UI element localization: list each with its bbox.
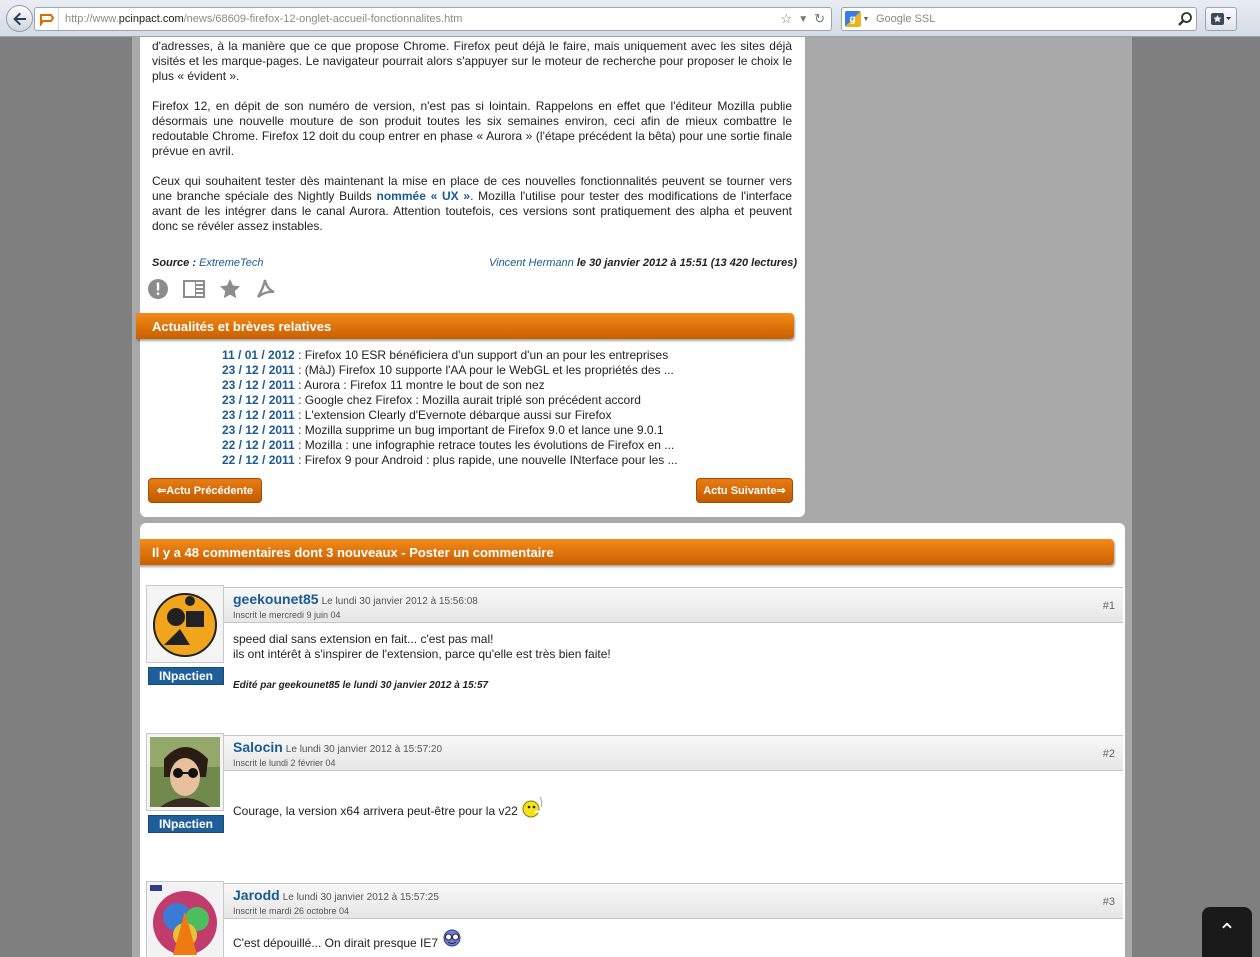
avatar[interactable] [146, 585, 224, 663]
scroll-to-top-button[interactable]: ⌃ [1202, 907, 1252, 957]
comment: INpactien Salocin Le lundi 30 janvier 201… [146, 733, 1125, 873]
comment-edit-note: Edité par geekounet85 le lundi 30 janvie… [233, 680, 489, 691]
comment-body: C'est dépouillé... On dirait presque IE7 [233, 929, 463, 951]
registration-date: Inscrit le mercredi 9 juin 04 [233, 610, 341, 620]
glasses-smiley-icon [443, 929, 461, 947]
chevron-down-icon: ▼ [862, 15, 870, 23]
comment-header: Salocin Le lundi 30 janvier 2012 à 15:57:… [224, 735, 1123, 771]
search-engine-selector[interactable]: g ▼ [842, 11, 872, 27]
comment-number[interactable]: #1 [1103, 600, 1115, 612]
previous-news-button[interactable]: ⇐Actu Précédente [148, 478, 262, 503]
avatar-image [150, 885, 220, 955]
comment-header: geekounet85 Le lundi 30 janvier 2012 à 15… [224, 587, 1123, 623]
list-item[interactable]: 23 / 12 / 2011 : L'extension Clearly d'E… [222, 408, 702, 423]
related-news-list: 11 / 01 / 2012 : Firefox 10 ESR bénéfici… [222, 348, 702, 468]
site-favicon-icon [35, 8, 59, 30]
smoking-smiley-icon [522, 796, 544, 818]
comment-body: speed dial sans extension en fait... c'e… [233, 632, 611, 661]
registration-date: Inscrit le lundi 2 février 04 [233, 758, 336, 768]
ux-builds-link[interactable]: nommée « UX » [377, 189, 471, 203]
dropdown-arrow-icon[interactable]: ▼ [798, 14, 808, 25]
avatar-image [150, 589, 220, 659]
comment-number[interactable]: #2 [1103, 748, 1115, 760]
comment-author[interactable]: Jarodd [233, 887, 280, 903]
url-text[interactable]: http://www.pcinpact.com/news/68609-firef… [65, 13, 781, 25]
article-panel: d'adresses, à la manière que ce que prop… [136, 37, 805, 517]
bookmarks-star-icon [1211, 13, 1231, 25]
search-magnifier-icon[interactable] [1174, 11, 1196, 27]
list-item[interactable]: 22 / 12 / 2011 : Mozilla : une infograph… [222, 438, 702, 453]
back-button[interactable] [6, 5, 33, 32]
comments-header[interactable]: Il y a 48 commentaires dont 3 nouveaux -… [140, 539, 1114, 565]
search-input[interactable]: Google SSL [876, 13, 1174, 25]
list-item[interactable]: 23 / 12 / 2011 : Mozilla supprime un bug… [222, 423, 702, 438]
role-badge: INpactien [148, 815, 224, 833]
comments-panel: Il y a 48 commentaires dont 3 nouveaux -… [140, 523, 1125, 957]
back-arrow-icon [12, 12, 26, 25]
avatar[interactable] [146, 733, 224, 811]
chevron-up-icon: ⌃ [1217, 919, 1237, 944]
reload-icon[interactable]: ↻ [814, 11, 825, 27]
article-paragraph: d'adresses, à la manière que ce que prop… [152, 39, 792, 83]
pdf-icon[interactable] [254, 277, 278, 301]
address-bar[interactable]: http://www.pcinpact.com/news/68609-firef… [34, 7, 832, 31]
article-paragraph: Ceux qui souhaitent tester dès maintenan… [152, 174, 792, 233]
comment-date: Le lundi 30 janvier 2012 à 15:56:08 [321, 596, 478, 607]
list-item[interactable]: 22 / 12 / 2011 : Firefox 9 pour Android … [222, 453, 702, 468]
browser-toolbar: http://www.pcinpact.com/news/68609-firef… [0, 0, 1260, 37]
source-link[interactable]: ExtremeTech [199, 257, 263, 269]
next-news-button[interactable]: Actu Suivante⇒ [696, 478, 793, 503]
comment-date: Le lundi 30 janvier 2012 à 15:57:25 [282, 892, 439, 903]
comment: Jarodd Le lundi 30 janvier 2012 à 15:57:2… [146, 881, 1125, 957]
list-item[interactable]: 23 / 12 / 2011 : Google chez Firefox : M… [222, 393, 702, 408]
comment-body: Courage, la version x64 arrivera peut-êt… [233, 795, 545, 819]
registration-date: Inscrit le mardi 26 octobre 04 [233, 906, 350, 916]
report-icon[interactable] [146, 277, 170, 301]
list-item[interactable]: 11 / 01 / 2012 : Firefox 10 ESR bénéfici… [222, 348, 702, 363]
print-article-icon[interactable] [182, 277, 206, 301]
bookmarks-button[interactable] [1205, 7, 1237, 31]
author-link[interactable]: Vincent Hermann [489, 257, 574, 269]
google-icon: g [844, 11, 861, 27]
source-line: Source : ExtremeTech Vincent Hermann le … [152, 257, 797, 269]
comment-author[interactable]: Salocin [233, 739, 283, 755]
comment-header: Jarodd Le lundi 30 janvier 2012 à 15:57:2… [224, 883, 1123, 919]
related-news-header: Actualités et brèves relatives [136, 313, 794, 339]
article-paragraph: Firefox 12, en dépit de son numéro de ve… [152, 99, 792, 158]
comment-number[interactable]: #3 [1103, 896, 1115, 908]
article-tools [146, 277, 278, 301]
comment-date: Le lundi 30 janvier 2012 à 15:57:20 [285, 744, 443, 755]
comment: INpactien geekounet85 Le lundi 30 janvier… [146, 585, 1125, 725]
list-item[interactable]: 23 / 12 / 2011 : Aurora : Firefox 11 mon… [222, 378, 702, 393]
bookmark-star-icon[interactable]: ☆ [781, 11, 793, 27]
favorite-star-icon[interactable] [218, 277, 242, 301]
avatar[interactable] [146, 881, 224, 957]
list-item[interactable]: 23 / 12 / 2011 : (MàJ) Firefox 10 suppor… [222, 363, 702, 378]
search-bar[interactable]: g ▼ Google SSL [841, 7, 1197, 31]
comment-author[interactable]: geekounet85 [233, 591, 319, 607]
avatar-image [150, 737, 220, 807]
role-badge: INpactien [148, 667, 224, 685]
